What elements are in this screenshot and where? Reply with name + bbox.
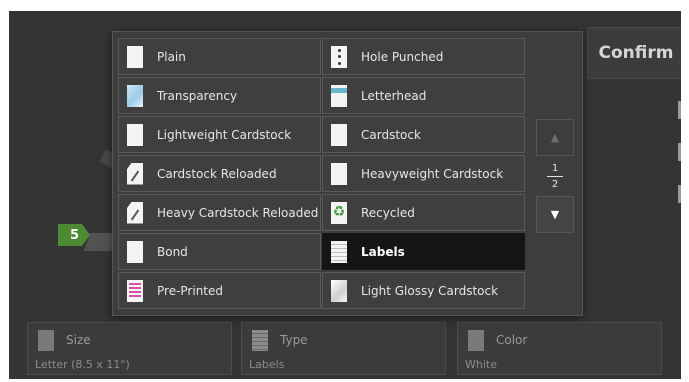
paper-type-label: Bond (157, 244, 188, 259)
plain-paper-icon (127, 240, 143, 263)
plain-paper-icon (127, 123, 143, 146)
paper-type-option[interactable]: Letterhead (322, 77, 525, 114)
confirm-button[interactable]: Confirm (587, 27, 681, 79)
recycled-icon (331, 201, 347, 224)
scroll-edge-indicator (678, 101, 681, 241)
paper-type-option[interactable]: Cardstock Reloaded (118, 155, 321, 192)
paper-type-label: Plain (157, 49, 186, 64)
color-setting-button[interactable]: Color White (457, 322, 662, 375)
size-icon (38, 330, 54, 351)
current-page: 1 (551, 162, 559, 174)
paper-type-label: Recycled (361, 205, 415, 220)
color-icon (468, 330, 484, 351)
paper-type-option[interactable]: Bond (118, 233, 321, 270)
paper-type-label: Light Glossy Cardstock (361, 283, 499, 298)
triangle-down-icon: ▼ (550, 208, 560, 221)
paper-type-option[interactable]: Heavy Cardstock Reloaded (118, 194, 321, 231)
paper-type-label: Letterhead (361, 88, 427, 103)
reloaded-paper-icon (127, 162, 143, 185)
paper-type-option[interactable]: Plain (118, 38, 321, 75)
paper-type-option[interactable]: Cardstock (322, 116, 525, 153)
letterhead-icon (331, 84, 347, 107)
color-title: Color (496, 333, 528, 347)
type-title: Type (280, 333, 308, 347)
step-badge: 5 (58, 224, 90, 246)
paper-type-option[interactable]: Pre-Printed (118, 272, 321, 309)
paper-type-label: Cardstock Reloaded (157, 166, 277, 181)
paper-type-label: Labels (361, 244, 405, 259)
paper-type-option[interactable]: Lightweight Cardstock (118, 116, 321, 153)
page-counter: 1 2 (536, 156, 574, 196)
paper-type-option[interactable]: Heavyweight Cardstock (322, 155, 525, 192)
reloaded-paper-icon (127, 201, 143, 224)
type-value: Labels (249, 358, 285, 371)
paper-type-label: Cardstock (361, 127, 421, 142)
size-title: Size (66, 333, 91, 347)
glossy-paper-icon (331, 279, 347, 302)
size-value: Letter (8.5 x 11") (35, 358, 130, 371)
paper-type-option[interactable]: Labels (322, 233, 525, 270)
pre-printed-icon (127, 279, 143, 302)
paper-type-label: Heavyweight Cardstock (361, 166, 504, 181)
hole-punched-paper-icon (331, 45, 347, 68)
type-icon (252, 330, 268, 351)
paper-type-label: Transparency (157, 88, 238, 103)
paper-type-option[interactable]: Light Glossy Cardstock (322, 272, 525, 309)
triangle-up-icon: ▲ (550, 131, 560, 144)
paper-type-option[interactable]: Hole Punched (322, 38, 525, 75)
plain-paper-icon (127, 45, 143, 68)
color-value: White (465, 358, 497, 371)
page-down-button[interactable]: ▼ (536, 196, 574, 233)
paper-type-label: Hole Punched (361, 49, 444, 64)
page-navigator: ▲ 1 2 ▼ (536, 119, 574, 233)
paper-type-label: Lightweight Cardstock (157, 127, 292, 142)
popup-pointer (343, 323, 361, 332)
paper-type-label: Pre-Printed (157, 283, 224, 298)
paper-type-option[interactable]: Recycled (322, 194, 525, 231)
plain-paper-icon (331, 123, 347, 146)
labels-icon (331, 240, 347, 263)
size-setting-button[interactable]: Size Letter (8.5 x 11") (27, 322, 232, 375)
transparency-icon (127, 84, 143, 107)
paper-type-label: Heavy Cardstock Reloaded (157, 205, 319, 220)
paper-type-option[interactable]: Transparency (118, 77, 321, 114)
page-divider (547, 175, 563, 177)
plain-paper-icon (331, 162, 347, 185)
paper-type-popup: Plain Hole Punched Transparency Letterhead L… (112, 31, 583, 316)
page-up-button[interactable]: ▲ (536, 119, 574, 156)
printer-screen: 5 Confirm Size Letter (8.5 x 11") Type L… (9, 11, 681, 379)
total-pages: 2 (551, 178, 559, 190)
